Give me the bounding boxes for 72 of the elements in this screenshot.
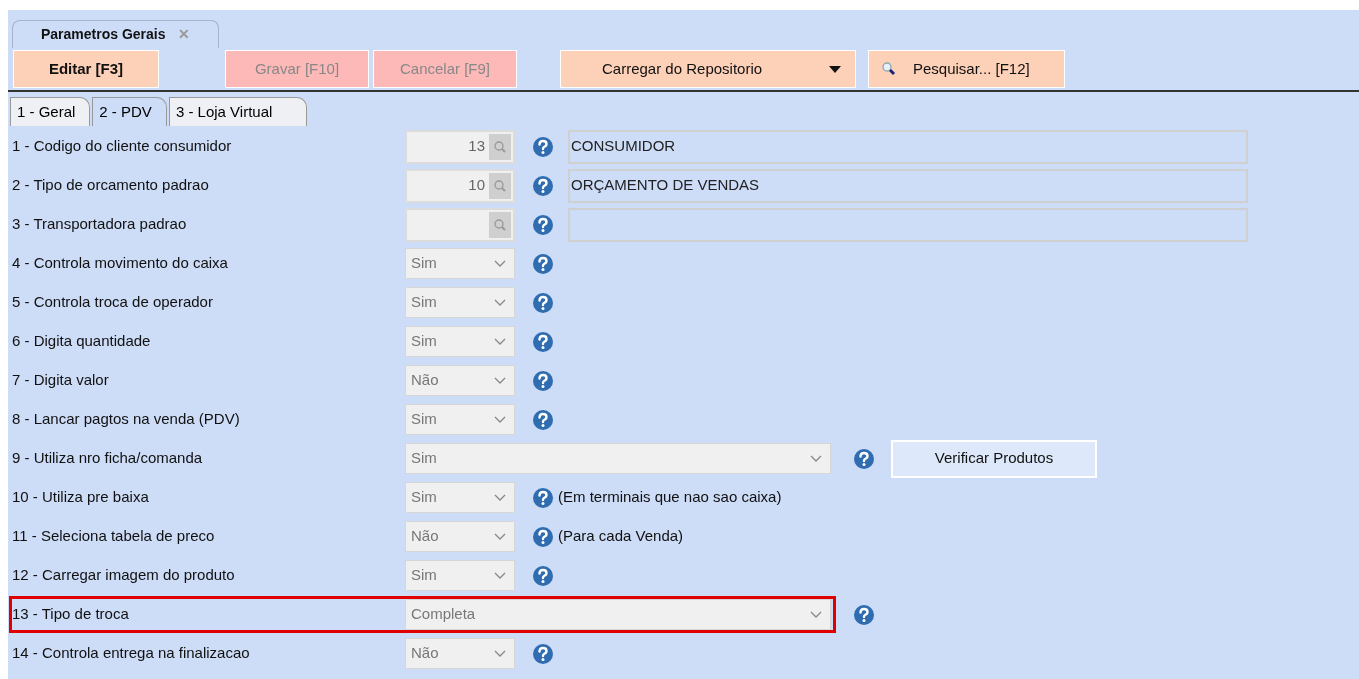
help-icon[interactable] [532,330,554,353]
chevron-down-icon [494,259,506,268]
dropdown-field[interactable]: Sim [405,287,515,318]
code-field[interactable] [405,207,515,242]
help-icon[interactable] [532,369,554,392]
dropdown-field[interactable]: Não [405,638,515,669]
help-icon[interactable] [532,642,554,665]
tab[interactable]: 1 - Geral [10,97,91,126]
chevron-down-icon [810,610,822,619]
help-icon[interactable] [532,213,554,236]
search-icon [493,139,507,154]
chevron-down-icon [494,415,506,424]
field-label: 7 - Digita valor [12,370,110,391]
chevron-down-icon [494,571,506,580]
field-label: 8 - Lancar pagtos na venda (PDV) [12,409,241,430]
tab-title: Parametros Gerais [41,25,166,44]
help-icon[interactable] [532,252,554,275]
field-label: 2 - Tipo de orcamento padrao [12,175,210,196]
help-icon[interactable] [853,603,875,626]
dropdown-field[interactable]: Sim [405,404,515,435]
caret-icon [829,65,841,73]
chevron-down-icon [494,649,506,658]
field-label: 14 - Controla entrega na finalizacao [12,643,251,664]
field-label: 13 - Tipo de troca [12,604,130,625]
dropdown-field[interactable]: Não [405,521,515,552]
help-icon[interactable] [853,447,875,470]
chevron-down-icon [494,532,506,541]
help-icon[interactable] [532,291,554,314]
help-icon[interactable] [532,408,554,431]
field-label: 6 - Digita quantidade [12,331,152,352]
field-label: 11 - Seleciona tabela de preco [12,526,216,547]
field-label: 9 - Utiliza nro ficha/comanda [12,448,204,469]
chevron-down-icon [494,493,506,502]
tab[interactable]: 2 - PDV [92,97,167,126]
verify-products-button[interactable]: Verificar Produtos [891,439,1097,478]
field-label: 10 - Utiliza pre baixa [12,487,150,508]
tab[interactable]: 3 - Loja Virtual [168,97,308,126]
search-icon [881,61,897,77]
help-icon[interactable] [532,525,554,548]
help-icon[interactable] [532,135,554,158]
chevron-down-icon [494,376,506,385]
field-label: 1 - Codigo do cliente consumidor [12,136,233,157]
dropdown-field[interactable]: Sim [405,326,515,357]
document-tab[interactable]: Parametros Gerais ✕ [12,20,219,48]
search-button[interactable]: Pesquisar... [F12] [868,50,1065,88]
chevron-down-icon [810,454,822,463]
name-field: CONSUMIDOR [568,129,1248,164]
chevron-down-icon [494,298,506,307]
dropdown-field[interactable]: Sim [405,248,515,279]
help-icon[interactable] [532,174,554,197]
field-label: 3 - Transportadora padrao [12,214,188,235]
dropdown-field[interactable]: Sim [405,560,515,591]
dropdown-field[interactable]: Sim [405,482,515,513]
dropdown-field[interactable]: Completa [405,599,831,630]
close-icon[interactable]: ✕ [177,24,190,45]
name-field: ORÇAMENTO DE VENDAS [568,168,1248,203]
code-field[interactable]: 13 [405,129,515,164]
hint-text: (Em terminais que nao sao caixa) [558,487,782,508]
search-icon [493,178,507,193]
toolbar-button[interactable]: Editar [F3] [13,50,159,88]
field-label: 5 - Controla troca de operador [12,292,214,313]
field-label: 4 - Controla movimento do caixa [12,253,229,274]
search-icon [493,217,507,232]
help-icon[interactable] [532,486,554,509]
chevron-down-icon [494,337,506,346]
field-label: 12 - Carregar imagem do produto [12,565,236,586]
dropdown-button[interactable]: Carregar do Repositorio [560,50,856,88]
dropdown-field[interactable]: Não [405,365,515,396]
code-field[interactable]: 10 [405,168,515,203]
hint-text: (Para cada Venda) [558,526,684,547]
help-icon[interactable] [532,564,554,587]
dropdown-field[interactable]: Sim [405,443,831,474]
